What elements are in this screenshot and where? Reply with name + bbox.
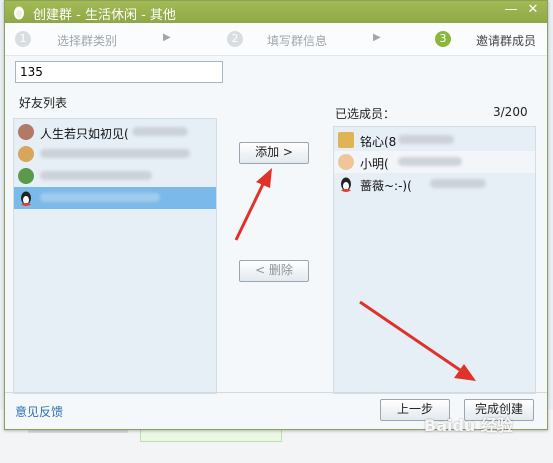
member-name: 小明(	[360, 157, 389, 171]
close-button[interactable]: ✕	[523, 2, 543, 17]
friend-row-selected[interactable]	[14, 187, 216, 209]
baidu-watermark: Baidu 经验	[424, 416, 513, 435]
footer-divider	[5, 392, 547, 393]
member-name: 铭心(8	[360, 135, 397, 149]
member-row[interactable]: 铭心(8	[334, 129, 535, 151]
selected-members-heading: 已选成员：	[335, 107, 396, 121]
minimize-button[interactable]: —	[501, 2, 521, 17]
qq-penguin-icon	[14, 6, 24, 20]
step-1-label: 选择群类别	[57, 34, 118, 48]
avatar	[338, 154, 354, 170]
qq-penguin-icon	[21, 191, 31, 206]
friend-row[interactable]	[14, 165, 216, 187]
selected-members-count: 3/200	[493, 105, 528, 119]
step-1-number: 1	[15, 31, 31, 47]
member-row[interactable]: 蔷薇~:-)(	[334, 173, 535, 195]
avatar	[18, 146, 34, 162]
friends-list[interactable]: 人生若只如初见(	[13, 118, 217, 394]
friend-row[interactable]	[14, 143, 216, 165]
avatar	[338, 132, 354, 148]
member-name: 蔷薇~:-)(	[360, 179, 412, 193]
qq-penguin-icon	[341, 177, 351, 192]
add-member-button[interactable]: 添加 >	[239, 142, 309, 164]
step-3-label: 邀请群成员	[476, 34, 537, 48]
redacted-blur	[430, 179, 486, 188]
step-3-number: 3	[435, 31, 451, 47]
feedback-link[interactable]: 意见反馈	[15, 403, 63, 420]
step-arrow-icon: ▶	[373, 32, 381, 43]
step-indicator: 1 选择群类别 ▶ 2 填写群信息 ▶ 3 邀请群成员	[5, 23, 547, 56]
selected-members-list[interactable]: 铭心(8 小明( 蔷薇~:-)(	[333, 126, 536, 394]
title-bar: 创建群 - 生活休闲 - 其他 — ✕	[5, 1, 547, 23]
friends-list-heading: 好友列表	[19, 96, 68, 110]
redacted-blur	[40, 171, 152, 180]
friend-name: 人生若只如初见(	[40, 127, 129, 141]
redacted-blur	[40, 149, 190, 158]
redacted-blur	[132, 127, 188, 136]
redacted-blur	[40, 193, 160, 202]
step-2-label: 填写群信息	[267, 34, 328, 48]
create-group-dialog: 创建群 - 生活休闲 - 其他 — ✕ 1 选择群类别 ▶ 2 填写群信息 ▶ …	[4, 0, 548, 430]
window-title: 创建群 - 生活休闲 - 其他	[33, 8, 176, 23]
friend-search-input[interactable]	[15, 61, 223, 83]
avatar	[18, 124, 34, 140]
step-arrow-icon: ▶	[163, 32, 171, 43]
redacted-blur	[398, 157, 462, 166]
member-row[interactable]: 小明(	[334, 151, 535, 173]
step-2-number: 2	[227, 31, 243, 47]
friend-row[interactable]: 人生若只如初见(	[14, 121, 216, 143]
avatar	[18, 168, 34, 184]
redacted-blur	[398, 135, 454, 144]
remove-member-button[interactable]: < 删除	[239, 260, 309, 282]
